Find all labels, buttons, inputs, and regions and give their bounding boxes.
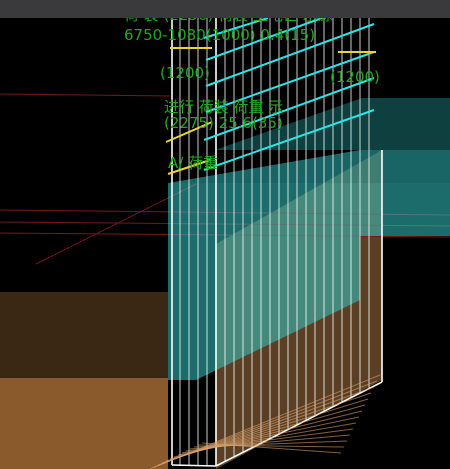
annotation-left-dimension: (1200) (160, 64, 210, 82)
viewport-canvas[interactable]: 荷 装 (2250) 荷装 上屯巨 示源 6750-1080(1000) 0.4… (0, 0, 450, 469)
annotation-right-dimension: (1200) (330, 68, 380, 86)
soil-layer-lower (0, 378, 168, 469)
annotation-middle-line-2: (2275) 25.6(35) (164, 114, 283, 132)
soil-layer-upper (0, 292, 168, 378)
annotation-reference: 6750-1080(1000) 0.4(15) (124, 26, 315, 44)
annotation-lower-line: A/ 荷重 (168, 154, 218, 172)
cad-3d-viewport[interactable]: 荷 装 (2250) 荷装 上屯巨 示源 6750-1080(1000) 0.4… (0, 0, 450, 469)
window-title-bar (0, 0, 450, 18)
cad-application: 荷 装 (2250) 荷装 上屯巨 示源 6750-1080(1000) 0.4… (0, 0, 450, 469)
